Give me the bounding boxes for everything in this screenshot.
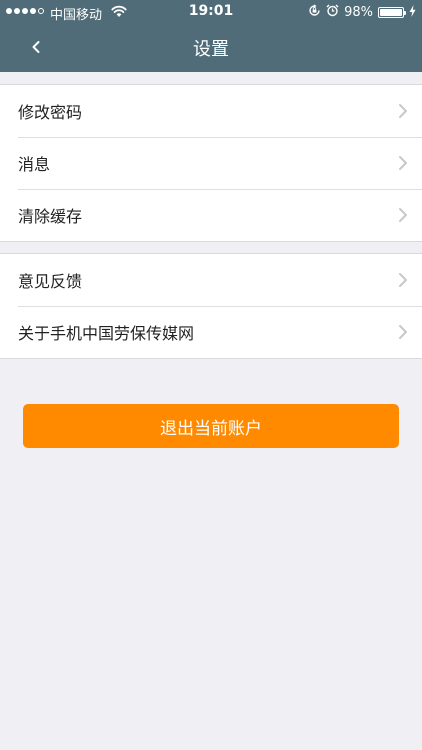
settings-item-messages[interactable]: 消息 <box>0 137 422 189</box>
status-bar: 中国移动 19:01 98% <box>0 0 422 24</box>
status-right-group: 98% <box>308 4 416 21</box>
chevron-right-icon <box>399 273 407 287</box>
settings-item-label: 消息 <box>18 155 51 174</box>
battery-fill <box>380 9 402 16</box>
settings-screen: 中国移动 19:01 98% 设置 修改密码 消息 清除缓存 意见反馈 关于手机… <box>0 0 422 750</box>
settings-item-clear-cache[interactable]: 清除缓存 <box>0 189 422 241</box>
battery-percent: 98% <box>344 5 373 20</box>
settings-item-feedback[interactable]: 意见反馈 <box>0 254 422 306</box>
settings-item-label: 清除缓存 <box>18 207 83 226</box>
rotation-lock-icon <box>308 4 321 21</box>
settings-item-label: 关于手机中国劳保传媒网 <box>18 324 195 343</box>
settings-group-about: 意见反馈 关于手机中国劳保传媒网 <box>0 253 422 359</box>
settings-group-account: 修改密码 消息 清除缓存 <box>0 84 422 242</box>
chevron-right-icon <box>399 104 407 118</box>
settings-item-about[interactable]: 关于手机中国劳保传媒网 <box>0 306 422 358</box>
logout-button[interactable]: 退出当前账户 <box>23 404 399 448</box>
page-title: 设置 <box>193 39 229 60</box>
settings-item-label: 意见反馈 <box>18 272 83 291</box>
alarm-icon <box>326 4 339 21</box>
settings-item-change-password[interactable]: 修改密码 <box>0 85 422 137</box>
header: 中国移动 19:01 98% 设置 <box>0 0 422 72</box>
nav-bar: 设置 <box>0 24 422 72</box>
chevron-right-icon <box>399 156 407 170</box>
charging-bolt-icon <box>409 4 416 21</box>
battery-icon <box>378 7 406 18</box>
chevron-right-icon <box>399 208 407 222</box>
settings-item-label: 修改密码 <box>18 103 83 122</box>
chevron-right-icon <box>399 325 407 339</box>
